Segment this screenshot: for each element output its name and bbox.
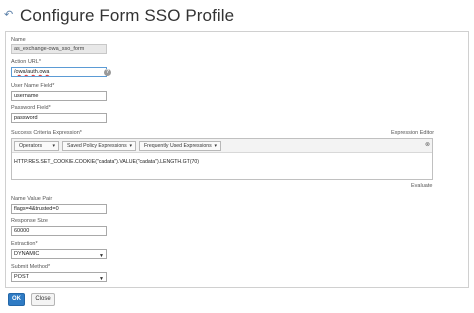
username-field-label: User Name Field* xyxy=(11,83,55,89)
form-panel: Name as_exchange-owa_sso_form Action URL… xyxy=(5,31,469,288)
chevron-down-icon: ▾ xyxy=(214,143,217,149)
expression-textarea[interactable]: HTTP.RES.SET_COOKIE.COOKIE("cadata").VAL… xyxy=(14,159,199,165)
ok-button[interactable]: OK xyxy=(8,293,25,306)
success-criteria-label: Success Criteria Expression* xyxy=(11,130,82,136)
password-field-label: Password Field* xyxy=(11,105,51,111)
response-size-label: Response Size xyxy=(11,218,48,224)
submit-method-select[interactable]: POST ▼ xyxy=(11,272,107,282)
chevron-down-icon: ▾ xyxy=(129,143,132,149)
name-value-pair-label: Name Value Pair xyxy=(11,196,53,202)
chevron-down-icon: ▼ xyxy=(99,276,104,282)
chevron-down-icon: ▼ xyxy=(99,253,104,259)
close-button[interactable]: Close xyxy=(31,293,55,306)
help-icon[interactable]: ? xyxy=(104,69,111,76)
operators-dropdown[interactable]: Operators ▾ xyxy=(14,141,59,151)
extraction-select[interactable]: DYNAMIC ▼ xyxy=(11,249,107,259)
response-size-input[interactable]: 60000 xyxy=(11,226,107,236)
action-url-input[interactable]: /owa/auth.owa xyxy=(11,67,107,77)
evaluate-link[interactable]: Evaluate xyxy=(411,183,432,189)
expression-editor-link[interactable]: Expression Editor xyxy=(391,130,434,136)
submit-method-label: Submit Method* xyxy=(11,264,51,270)
frequently-used-expressions-dropdown[interactable]: Frequently Used Expressions ▾ xyxy=(139,141,221,151)
page-title: Configure Form SSO Profile xyxy=(20,6,235,25)
chevron-down-icon: ▾ xyxy=(52,143,55,149)
name-field: as_exchange-owa_sso_form xyxy=(11,44,107,54)
name-value-pair-input[interactable]: flags=4&trusted=0 xyxy=(11,204,107,214)
extraction-label: Extraction* xyxy=(11,241,38,247)
expression-editor: Operators ▾ Saved Policy Expressions ▾ Fre… xyxy=(11,138,433,180)
password-field-input[interactable]: password xyxy=(11,113,107,123)
form-footer: OK Close xyxy=(0,288,474,313)
username-field-input[interactable]: username xyxy=(11,91,107,101)
action-url-label: Action URL* xyxy=(11,59,41,65)
back-arrow-icon[interactable]: ↶ xyxy=(4,9,14,21)
page-header: ↶ Configure Form SSO Profile xyxy=(0,0,474,31)
name-label: Name xyxy=(11,37,26,43)
saved-policy-expressions-dropdown[interactable]: Saved Policy Expressions ▾ xyxy=(62,141,136,151)
clear-expression-icon[interactable]: ⊗ xyxy=(425,141,430,148)
expression-toolbar: Operators ▾ Saved Policy Expressions ▾ Fre… xyxy=(12,139,432,153)
